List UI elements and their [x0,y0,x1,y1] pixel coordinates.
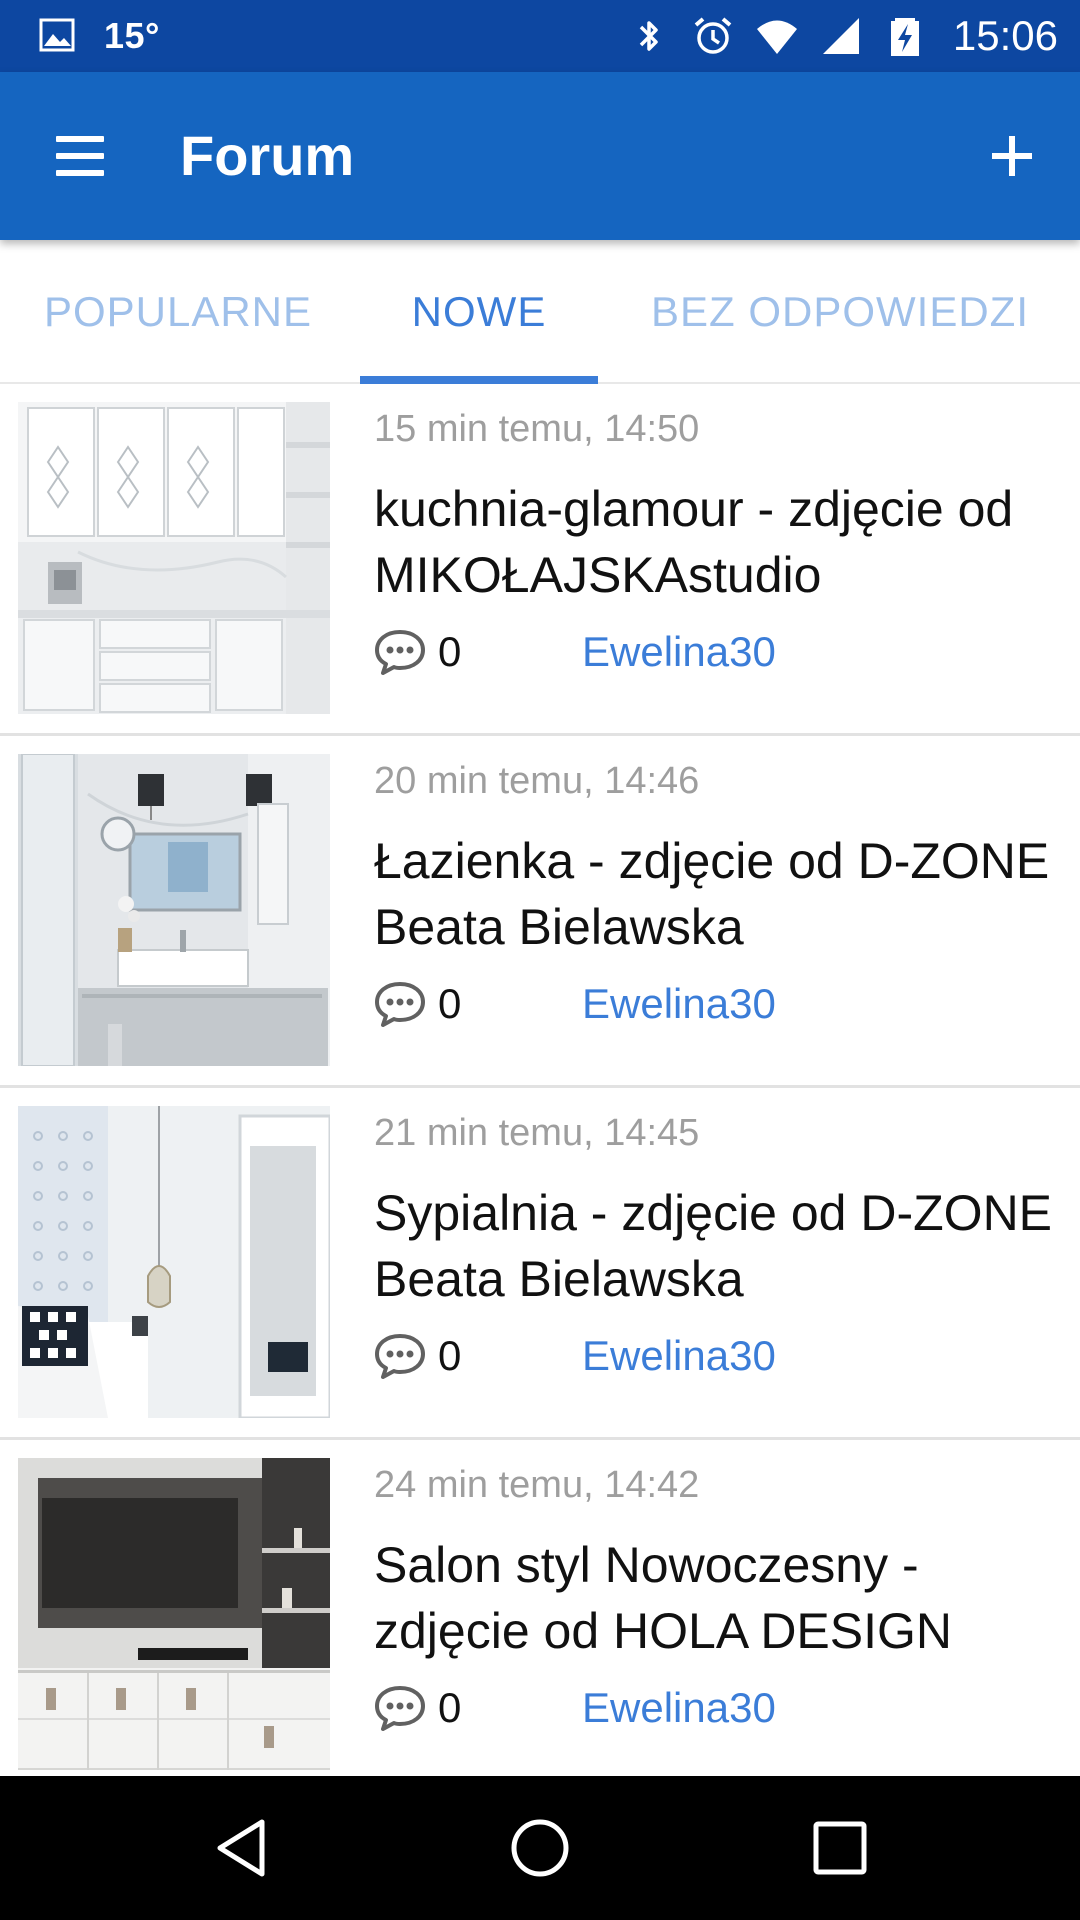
comment-bubble-icon [374,1332,426,1380]
home-icon[interactable] [504,1812,576,1884]
author-link[interactable]: Ewelina30 [582,626,776,678]
active-tab-indicator [360,376,598,384]
tab-nowe[interactable]: NOWE [360,240,598,384]
post-title[interactable]: Salon styl Nowoczesny - zdjęcie od HOLA … [374,1532,1054,1664]
post-stats: 0 Ewelina30 [374,622,1054,682]
tab-bez-odpowiedzi[interactable]: BEZ ODPOWIEDZI [630,240,1050,384]
post-list: 15 min temu, 14:50 kuchnia-glamour - zdj… [0,384,1080,1776]
bluetooth-icon [627,14,671,58]
bathroom-photo[interactable] [18,754,330,1066]
comment-count: 0 [438,628,462,675]
alarm-icon [691,14,735,58]
comment-count: 0 [438,980,462,1027]
post-stats: 0 Ewelina30 [374,1326,1054,1386]
post-timestamp: 24 min temu, 14:42 [374,1464,700,1506]
signal-icon [819,14,863,58]
list-item[interactable]: 24 min temu, 14:42 Salon styl Nowoczesny… [0,1440,1080,1776]
comment-bubble-icon [374,628,426,676]
post-title[interactable]: Sypialnia - zdjęcie od D-ZONE Beata Biel… [374,1180,1054,1312]
hamburger-menu-icon[interactable] [46,124,114,188]
page-title: Forum [180,124,355,187]
image-icon [36,14,80,58]
list-item[interactable]: 20 min temu, 14:46 Łazienka - zdjęcie od… [0,736,1080,1088]
comment-bubble-icon [374,1684,426,1732]
status-bar: 15° 15:06 [0,0,1080,72]
post-title[interactable]: kuchnia-glamour - zdjęcie od MIKOŁAJSKAs… [374,476,1054,608]
list-item[interactable]: 15 min temu, 14:50 kuchnia-glamour - zdj… [0,384,1080,736]
living-room-photo[interactable] [18,1458,330,1770]
plus-icon[interactable] [980,124,1044,188]
temperature: 15° [104,15,160,56]
post-timestamp: 21 min temu, 14:45 [374,1112,700,1154]
tab-popularne[interactable]: POPULARNE [30,240,326,384]
comment-count: 0 [438,1684,462,1731]
clock: 15:06 [952,12,1058,59]
kitchen-photo[interactable] [18,402,330,714]
author-link[interactable]: Ewelina30 [582,1682,776,1734]
comment-count: 0 [438,1332,462,1379]
post-timestamp: 20 min temu, 14:46 [374,760,700,802]
recents-icon[interactable] [804,1812,876,1884]
bedroom-photo[interactable] [18,1106,330,1418]
list-item[interactable]: 21 min temu, 14:45 Sypialnia - zdjęcie o… [0,1088,1080,1440]
back-icon[interactable] [206,1812,278,1884]
post-timestamp: 15 min temu, 14:50 [374,408,700,450]
post-title[interactable]: Łazienka - zdjęcie od D-ZONE Beata Biela… [374,828,1054,960]
battery-charging-icon [883,14,927,58]
author-link[interactable]: Ewelina30 [582,1330,776,1382]
author-link[interactable]: Ewelina30 [582,978,776,1030]
post-stats: 0 Ewelina30 [374,974,1054,1034]
tab-bar: POPULARNE NOWE BEZ ODPOWIEDZI [0,240,1080,384]
wifi-icon [755,14,799,58]
post-stats: 0 Ewelina30 [374,1678,1054,1738]
comment-bubble-icon [374,980,426,1028]
app-bar: Forum [0,72,1080,240]
system-navigation-bar [0,1776,1080,1920]
